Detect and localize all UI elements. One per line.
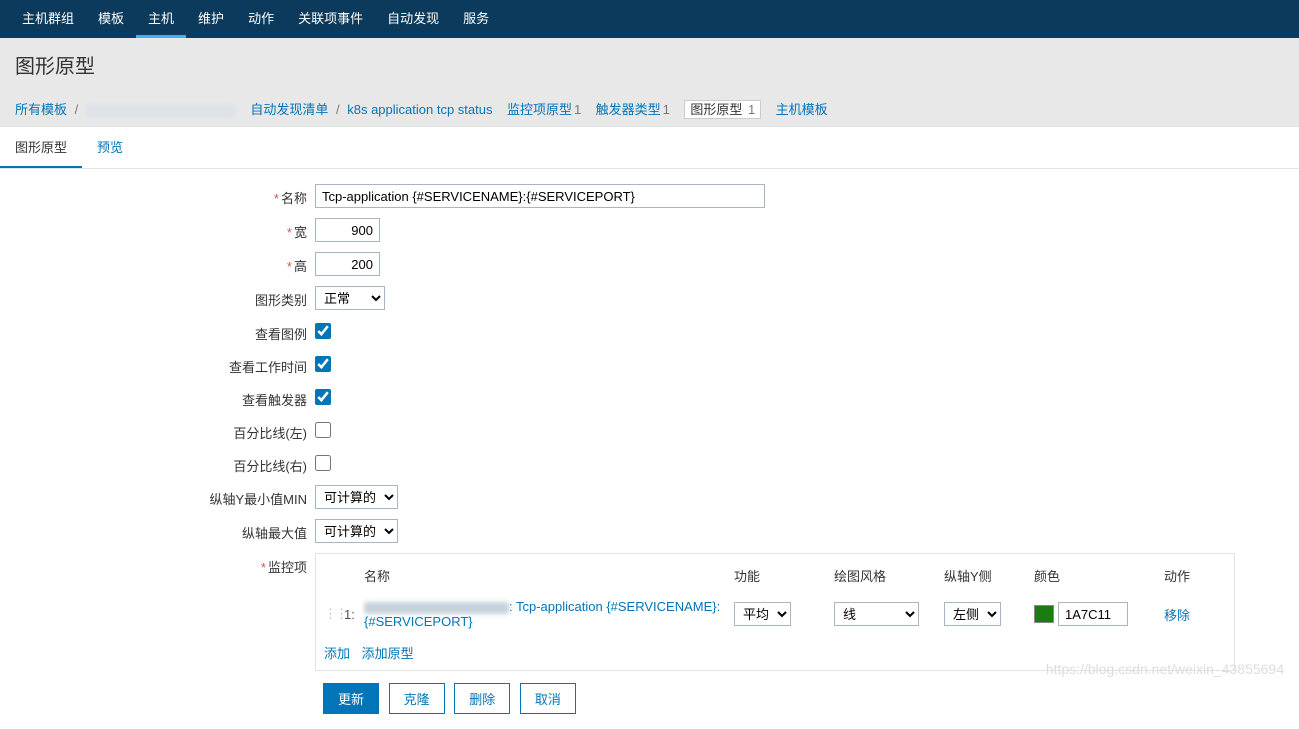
bc-discovery-list[interactable]: 自动发现清单 xyxy=(250,102,328,117)
bc-graph-proto: 图形原型 1 xyxy=(684,100,761,119)
ymax-select[interactable]: 可计算的 xyxy=(315,519,398,543)
nav-templates[interactable]: 模板 xyxy=(86,0,136,38)
bc-host-templates[interactable]: 主机模板 xyxy=(776,102,828,117)
table-footer: 添加 添加原型 xyxy=(324,635,1226,662)
height-input[interactable] xyxy=(315,252,380,276)
yaxis-select[interactable]: 左侧 xyxy=(944,602,1001,626)
bc-trigger-proto[interactable]: 触发器类型 xyxy=(596,102,661,117)
graph-type-select[interactable]: 正常 xyxy=(315,286,385,310)
add-link[interactable]: 添加 xyxy=(324,646,350,661)
form: *名称 *宽 *高 图形类别 正常 查看图例 查看工作时间 查看触发器 xyxy=(0,169,1299,729)
color-input[interactable] xyxy=(1058,602,1128,626)
cancel-button[interactable]: 取消 xyxy=(520,683,576,714)
ymin-select[interactable]: 可计算的 xyxy=(315,485,398,509)
page-title: 图形原型 xyxy=(15,50,1284,79)
add-prototype-link[interactable]: 添加原型 xyxy=(362,646,414,661)
clone-button[interactable]: 克隆 xyxy=(389,683,445,714)
triggers-checkbox[interactable] xyxy=(315,389,331,405)
bc-item-proto[interactable]: 监控项原型 xyxy=(507,102,572,117)
item-link[interactable]: : Tcp-application {#SERVICENAME}:{#SERVI… xyxy=(364,599,720,629)
worktime-checkbox[interactable] xyxy=(315,356,331,372)
name-input[interactable] xyxy=(315,184,765,208)
tab-preview[interactable]: 预览 xyxy=(82,127,138,168)
nav-maintenance[interactable]: 维护 xyxy=(186,0,236,38)
content: 图形原型 预览 *名称 *宽 *高 图形类别 正常 查看图例 查看工作时间 xyxy=(0,126,1299,729)
pct-left-checkbox[interactable] xyxy=(315,422,331,438)
table-row: 1: : Tcp-application {#SERVICENAME}:{#SE… xyxy=(324,593,1226,635)
top-navigation: 主机群组 模板 主机 维护 动作 关联项事件 自动发现 服务 xyxy=(0,0,1299,38)
nav-correlation[interactable]: 关联项事件 xyxy=(286,0,375,38)
drag-handle-icon[interactable] xyxy=(324,606,344,622)
nav-hostgroups[interactable]: 主机群组 xyxy=(10,0,86,38)
tabs: 图形原型 预览 xyxy=(0,127,1299,169)
func-select[interactable]: 平均 xyxy=(734,602,791,626)
width-input[interactable] xyxy=(315,218,380,242)
remove-link[interactable]: 移除 xyxy=(1164,608,1190,623)
bc-all-templates[interactable]: 所有模板 xyxy=(15,102,67,117)
style-select[interactable]: 线 xyxy=(834,602,919,626)
bc-app[interactable]: k8s application tcp status xyxy=(347,102,492,117)
nav-discovery[interactable]: 自动发现 xyxy=(375,0,451,38)
nav-actions[interactable]: 动作 xyxy=(236,0,286,38)
items-table: 名称 功能 绘图风格 纵轴Y侧 颜色 动作 1: : Tcp-applicati… xyxy=(315,553,1235,671)
update-button[interactable]: 更新 xyxy=(323,683,379,714)
bc-template-name-redacted xyxy=(86,104,236,118)
nav-hosts[interactable]: 主机 xyxy=(136,0,186,38)
button-row: 更新 克隆 删除 取消 xyxy=(15,683,1284,714)
breadcrumb: 所有模板 / 自动发现清单 / k8s application tcp stat… xyxy=(15,91,1284,126)
page-header: 图形原型 所有模板 / 自动发现清单 / k8s application tcp… xyxy=(0,38,1299,126)
items-header: 名称 功能 绘图风格 纵轴Y侧 颜色 动作 xyxy=(324,562,1226,593)
tab-graph-proto[interactable]: 图形原型 xyxy=(0,127,82,168)
delete-button[interactable]: 删除 xyxy=(454,683,510,714)
color-swatch[interactable] xyxy=(1034,605,1054,623)
nav-services[interactable]: 服务 xyxy=(451,0,501,38)
pct-right-checkbox[interactable] xyxy=(315,455,331,471)
legend-checkbox[interactable] xyxy=(315,323,331,339)
